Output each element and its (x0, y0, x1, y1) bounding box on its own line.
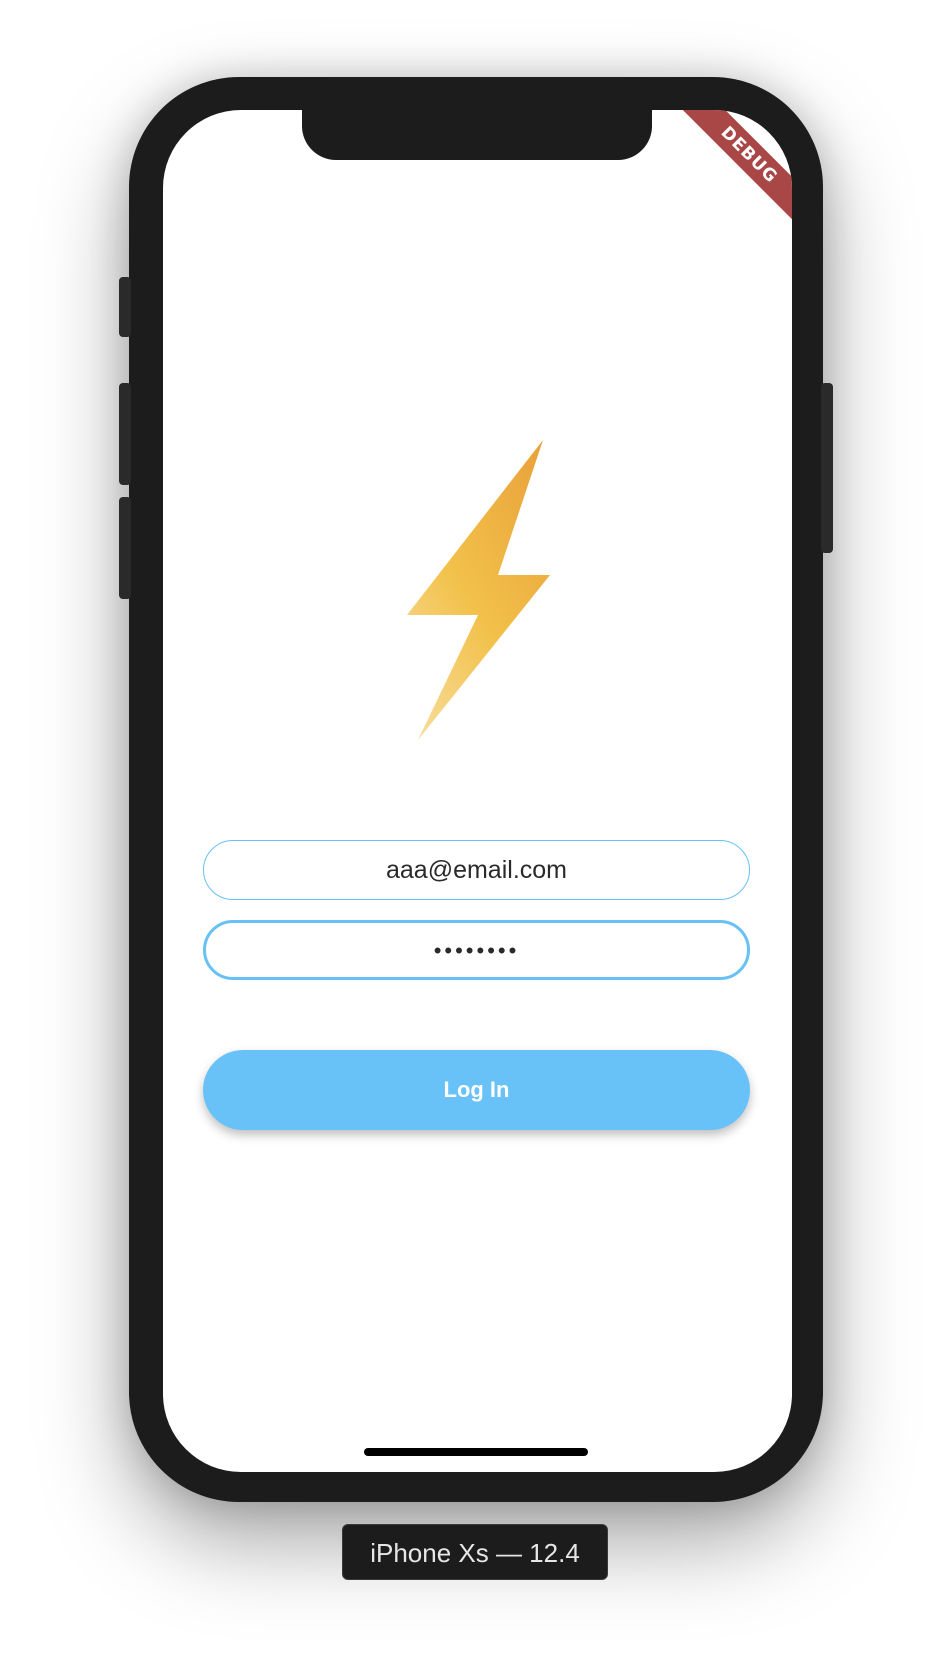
home-indicator (364, 1448, 588, 1456)
device-label: iPhone Xs — 12.4 (342, 1524, 608, 1580)
lightning-bolt-icon (407, 440, 550, 740)
silent-switch (119, 277, 131, 337)
login-button[interactable]: Log In (203, 1050, 750, 1130)
notch (302, 110, 652, 160)
volume-down-button (119, 497, 131, 599)
phone-screen: DEBUG aaa@email.com •••••••• Log In (163, 110, 792, 1472)
power-button (821, 383, 833, 553)
email-field[interactable]: aaa@email.com (203, 840, 750, 900)
password-field[interactable]: •••••••• (203, 920, 750, 980)
volume-up-button (119, 383, 131, 485)
